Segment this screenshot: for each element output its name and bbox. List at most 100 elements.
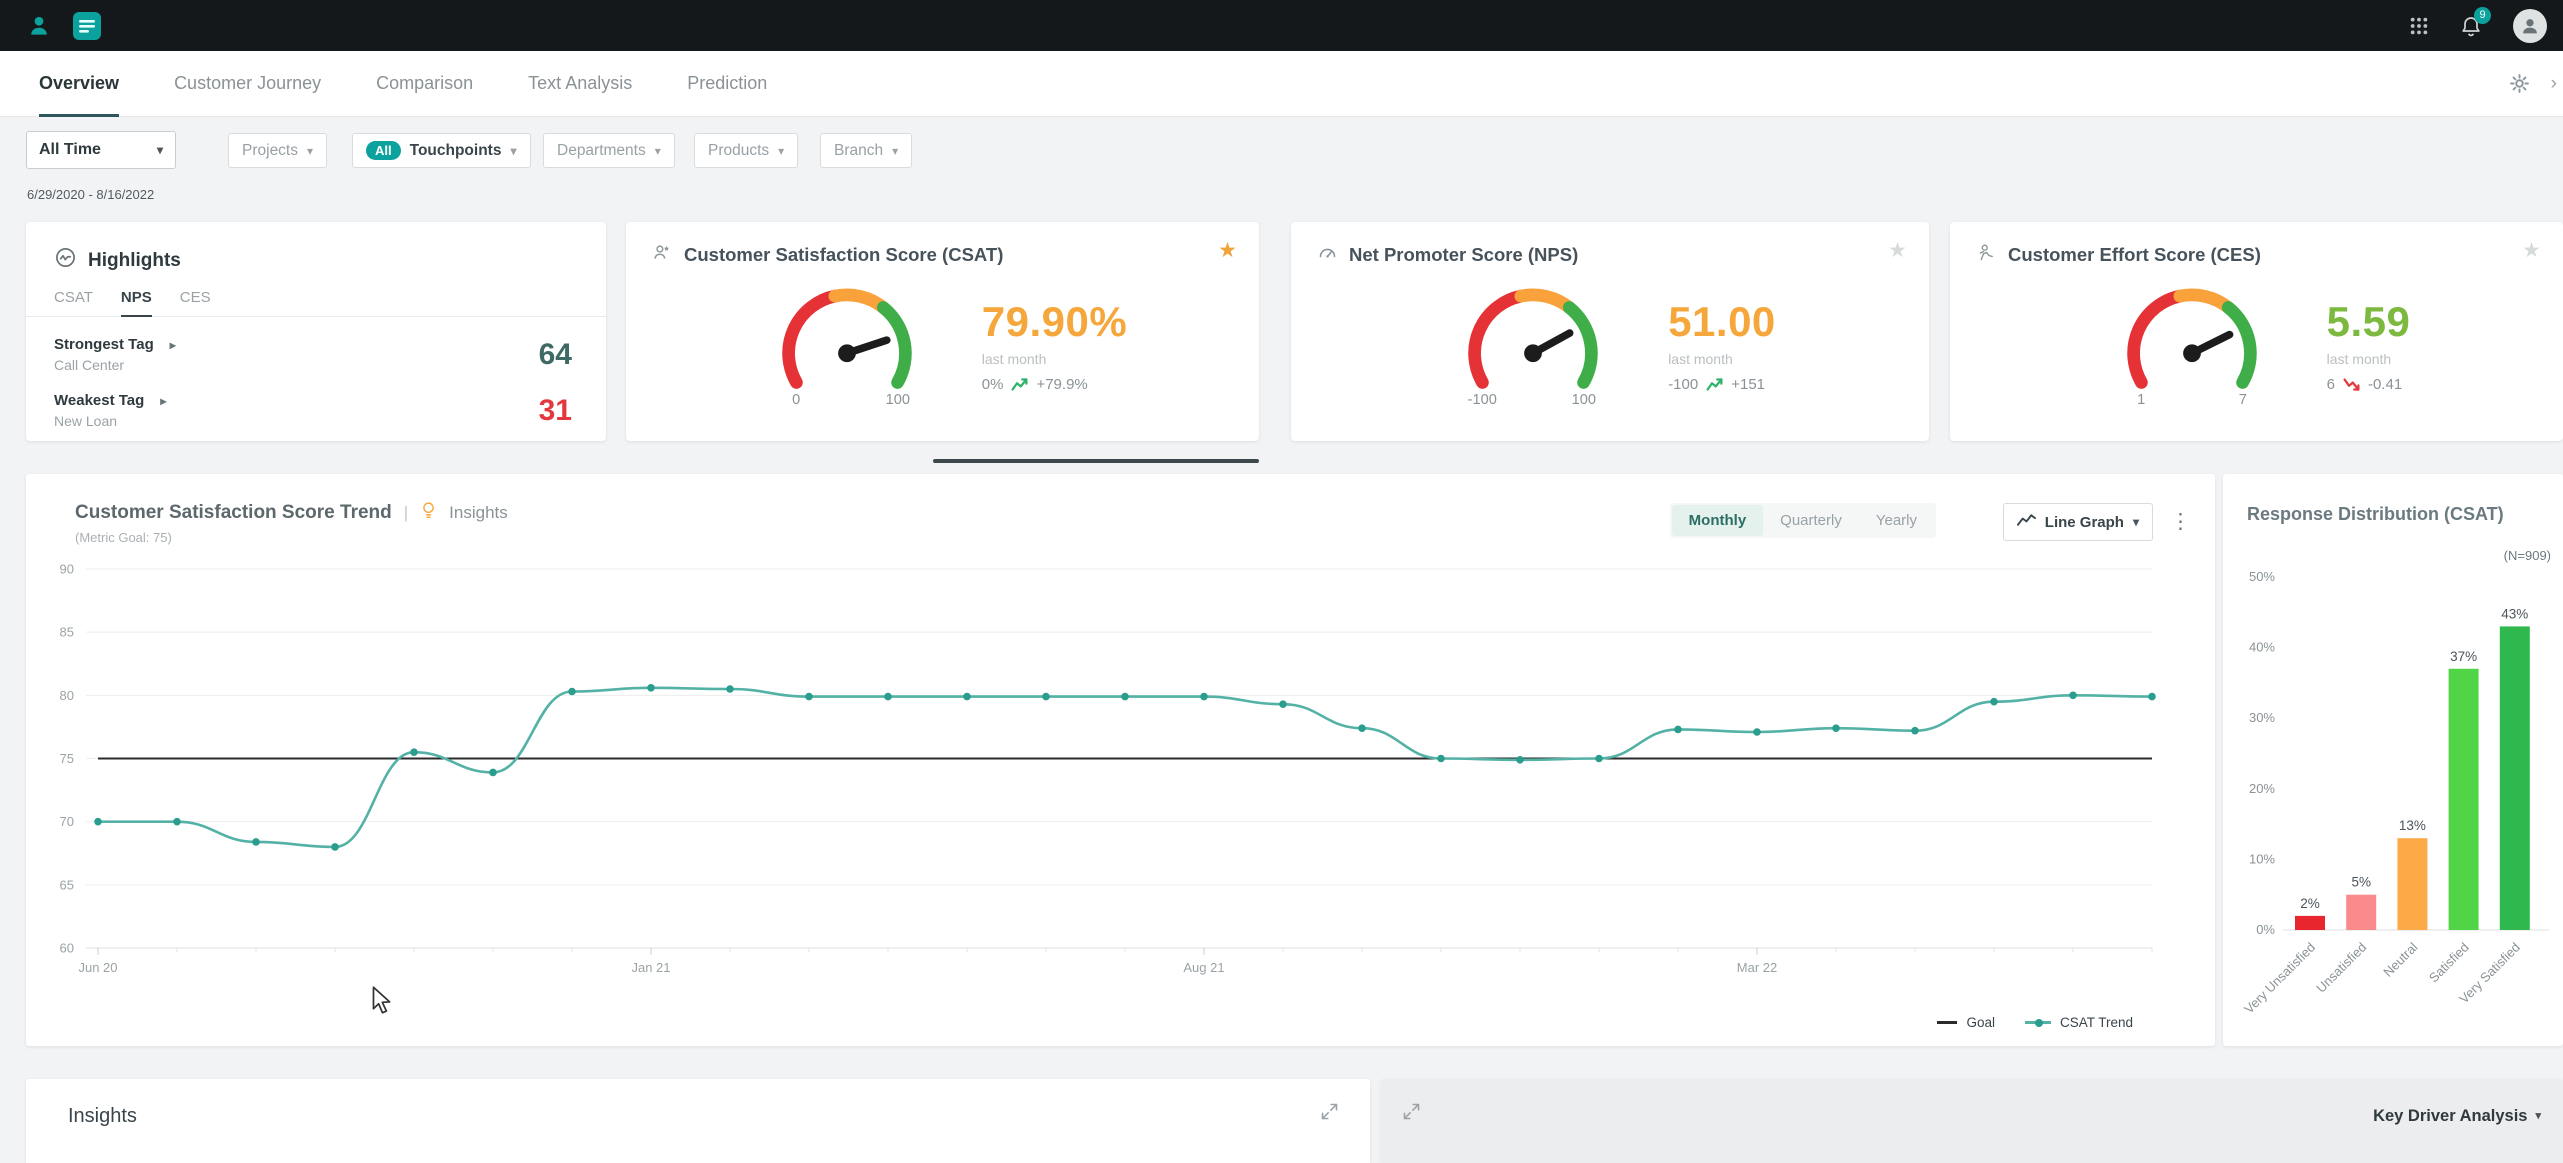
favorite-star-icon[interactable]: ★ [1888,238,1907,263]
touchpoints-filter[interactable]: All Touchpoints ▾ [352,133,531,168]
ces-gauge: 17 [2103,272,2281,418]
expand-fullscreen-icon[interactable] [1319,1101,1340,1127]
svg-text:43%: 43% [2501,606,2528,621]
apps-grid-icon[interactable] [2409,16,2429,36]
weakest-tag-value: 31 [539,394,578,428]
tab-text-analysis[interactable]: Text Analysis [528,51,632,116]
highlights-tab-ces[interactable]: CES [180,289,211,316]
topbar-actions: 9 [2409,9,2549,43]
nps-last-month-label: last month [1668,351,1776,367]
svg-text:Very Unsatisfied: Very Unsatisfied [2241,940,2318,1017]
highlights-tab-csat[interactable]: CSAT [54,289,93,316]
svg-text:7: 7 [2238,392,2246,408]
insights-bulb-icon [420,501,437,525]
favorite-star-icon[interactable]: ★ [2522,238,2541,263]
ces-card-icon [1976,242,1997,268]
csat-gauge: 0 100 [758,272,936,418]
csat-card-icon [652,242,673,268]
settings-gear-icon[interactable] [2508,72,2531,100]
nps-gauge: -100100 [1444,272,1622,418]
top-app-bar: 9 [0,0,2563,51]
metric-goal-label: (Metric Goal: 75) [75,530,172,545]
expand-fullscreen-icon[interactable] [1401,1101,1422,1127]
svg-text:13%: 13% [2399,818,2426,833]
cards-scrollbar-thumb[interactable] [933,459,1259,463]
svg-text:100: 100 [885,392,909,408]
projects-filter[interactable]: Projects ▾ [228,133,327,168]
chart-type-dropdown[interactable]: Line Graph ▾ [2003,503,2153,541]
period-quarterly[interactable]: Quarterly [1763,505,1859,536]
favorite-star-icon[interactable]: ★ [1218,238,1237,263]
branch-filter[interactable]: Branch ▾ [820,133,912,168]
projects-filter-label: Projects [242,142,298,160]
products-filter-label: Products [708,142,769,160]
time-range-select[interactable]: All Time ▾ [26,131,176,169]
svg-text:5%: 5% [2351,875,2371,890]
legend-trend-label: CSAT Trend [2060,1015,2133,1030]
key-driver-label: Key Driver Analysis [2373,1107,2527,1126]
branch-filter-label: Branch [834,142,883,160]
tab-overview[interactable]: Overview [39,51,119,116]
period-yearly[interactable]: Yearly [1859,505,1934,536]
user-avatar[interactable] [2513,9,2547,43]
tab-customer-journey[interactable]: Customer Journey [174,51,321,116]
csat-value: 79.90% [982,298,1127,346]
ces-score-card[interactable]: Customer Effort Score (CES) ★ 17 5.59 la… [1950,222,2563,441]
nps-value: 51.00 [1668,298,1776,346]
expand-arrow-icon[interactable]: ▸ [160,394,166,408]
highlights-pulse-icon [54,246,77,275]
touchpoints-all-badge: All [366,141,401,160]
expand-arrow-icon[interactable]: ▸ [170,338,176,352]
collapse-chevron-icon[interactable]: › [2551,73,2557,95]
goal-line-swatch [1937,1021,1957,1024]
svg-text:80: 80 [60,688,74,703]
svg-text:1: 1 [2137,392,2145,408]
ces-delta-value: -0.41 [2368,376,2402,393]
departments-filter-label: Departments [557,142,646,160]
period-monthly[interactable]: Monthly [1672,505,1764,536]
svg-text:Satisfied: Satisfied [2426,940,2472,986]
highlights-tab-nps[interactable]: NPS [121,289,152,317]
period-toggle: Monthly Quarterly Yearly [1670,503,1936,538]
svg-text:0: 0 [792,392,800,408]
brand-person-logo-icon[interactable] [26,13,52,39]
trend-down-icon [2343,377,2360,392]
nps-score-card[interactable]: Net Promoter Score (NPS) ★ -100100 51.00… [1291,222,1929,441]
svg-text:Very Satisfied: Very Satisfied [2456,940,2523,1007]
nps-prev-value: -100 [1668,376,1698,393]
csat-score-card[interactable]: Customer Satisfaction Score (CSAT) ★ 010… [626,222,1259,441]
date-range-label: 6/29/2020 - 8/16/2022 [27,187,154,202]
time-range-value: All Time [39,141,101,159]
notifications-bell-icon[interactable]: 9 [2459,14,2483,38]
svg-text:-100: -100 [1468,392,1497,408]
dashboard-root: 9 Overview Customer Journey Comparison T… [0,0,2563,1163]
ces-card-title: Customer Effort Score (CES) [2008,244,2261,266]
svg-text:Aug 21: Aug 21 [1183,960,1224,975]
csat-trend-chart: 90858075706560Jun 20Jan 21Aug 21Mar 22 [26,474,2215,1046]
caret-down-icon: ▾ [307,145,313,157]
touchpoints-filter-label: Touchpoints [410,142,502,160]
svg-text:Jan 21: Jan 21 [631,960,670,975]
strongest-tag-value: 64 [539,338,578,372]
caret-down-icon: ▾ [892,145,898,157]
svg-text:60: 60 [60,941,74,956]
distribution-title: Response Distribution (CSAT) [2247,504,2504,525]
dashboard-list-logo-icon[interactable] [72,11,102,41]
more-options-kebab-icon[interactable]: ⋮ [2170,509,2191,534]
trend-up-icon [1706,377,1723,392]
svg-text:Jun 20: Jun 20 [78,960,117,975]
csat-last-month-label: last month [982,351,1127,367]
departments-filter[interactable]: Departments ▾ [543,133,675,168]
svg-text:40%: 40% [2249,640,2275,655]
tab-comparison[interactable]: Comparison [376,51,473,116]
key-driver-dropdown[interactable]: Key Driver Analysis ▾ [2373,1107,2541,1126]
weakest-tag-name: New Loan [54,413,166,429]
brand-area [14,11,102,41]
strongest-tag-row[interactable]: Strongest Tag ▸ Call Center 64 [54,336,578,373]
caret-down-icon: ▾ [655,145,661,157]
svg-text:10%: 10% [2249,851,2275,866]
products-filter[interactable]: Products ▾ [694,133,798,168]
insights-link[interactable]: Insights [449,503,508,523]
tab-prediction[interactable]: Prediction [687,51,767,116]
weakest-tag-row[interactable]: Weakest Tag ▸ New Loan 31 [54,392,578,429]
